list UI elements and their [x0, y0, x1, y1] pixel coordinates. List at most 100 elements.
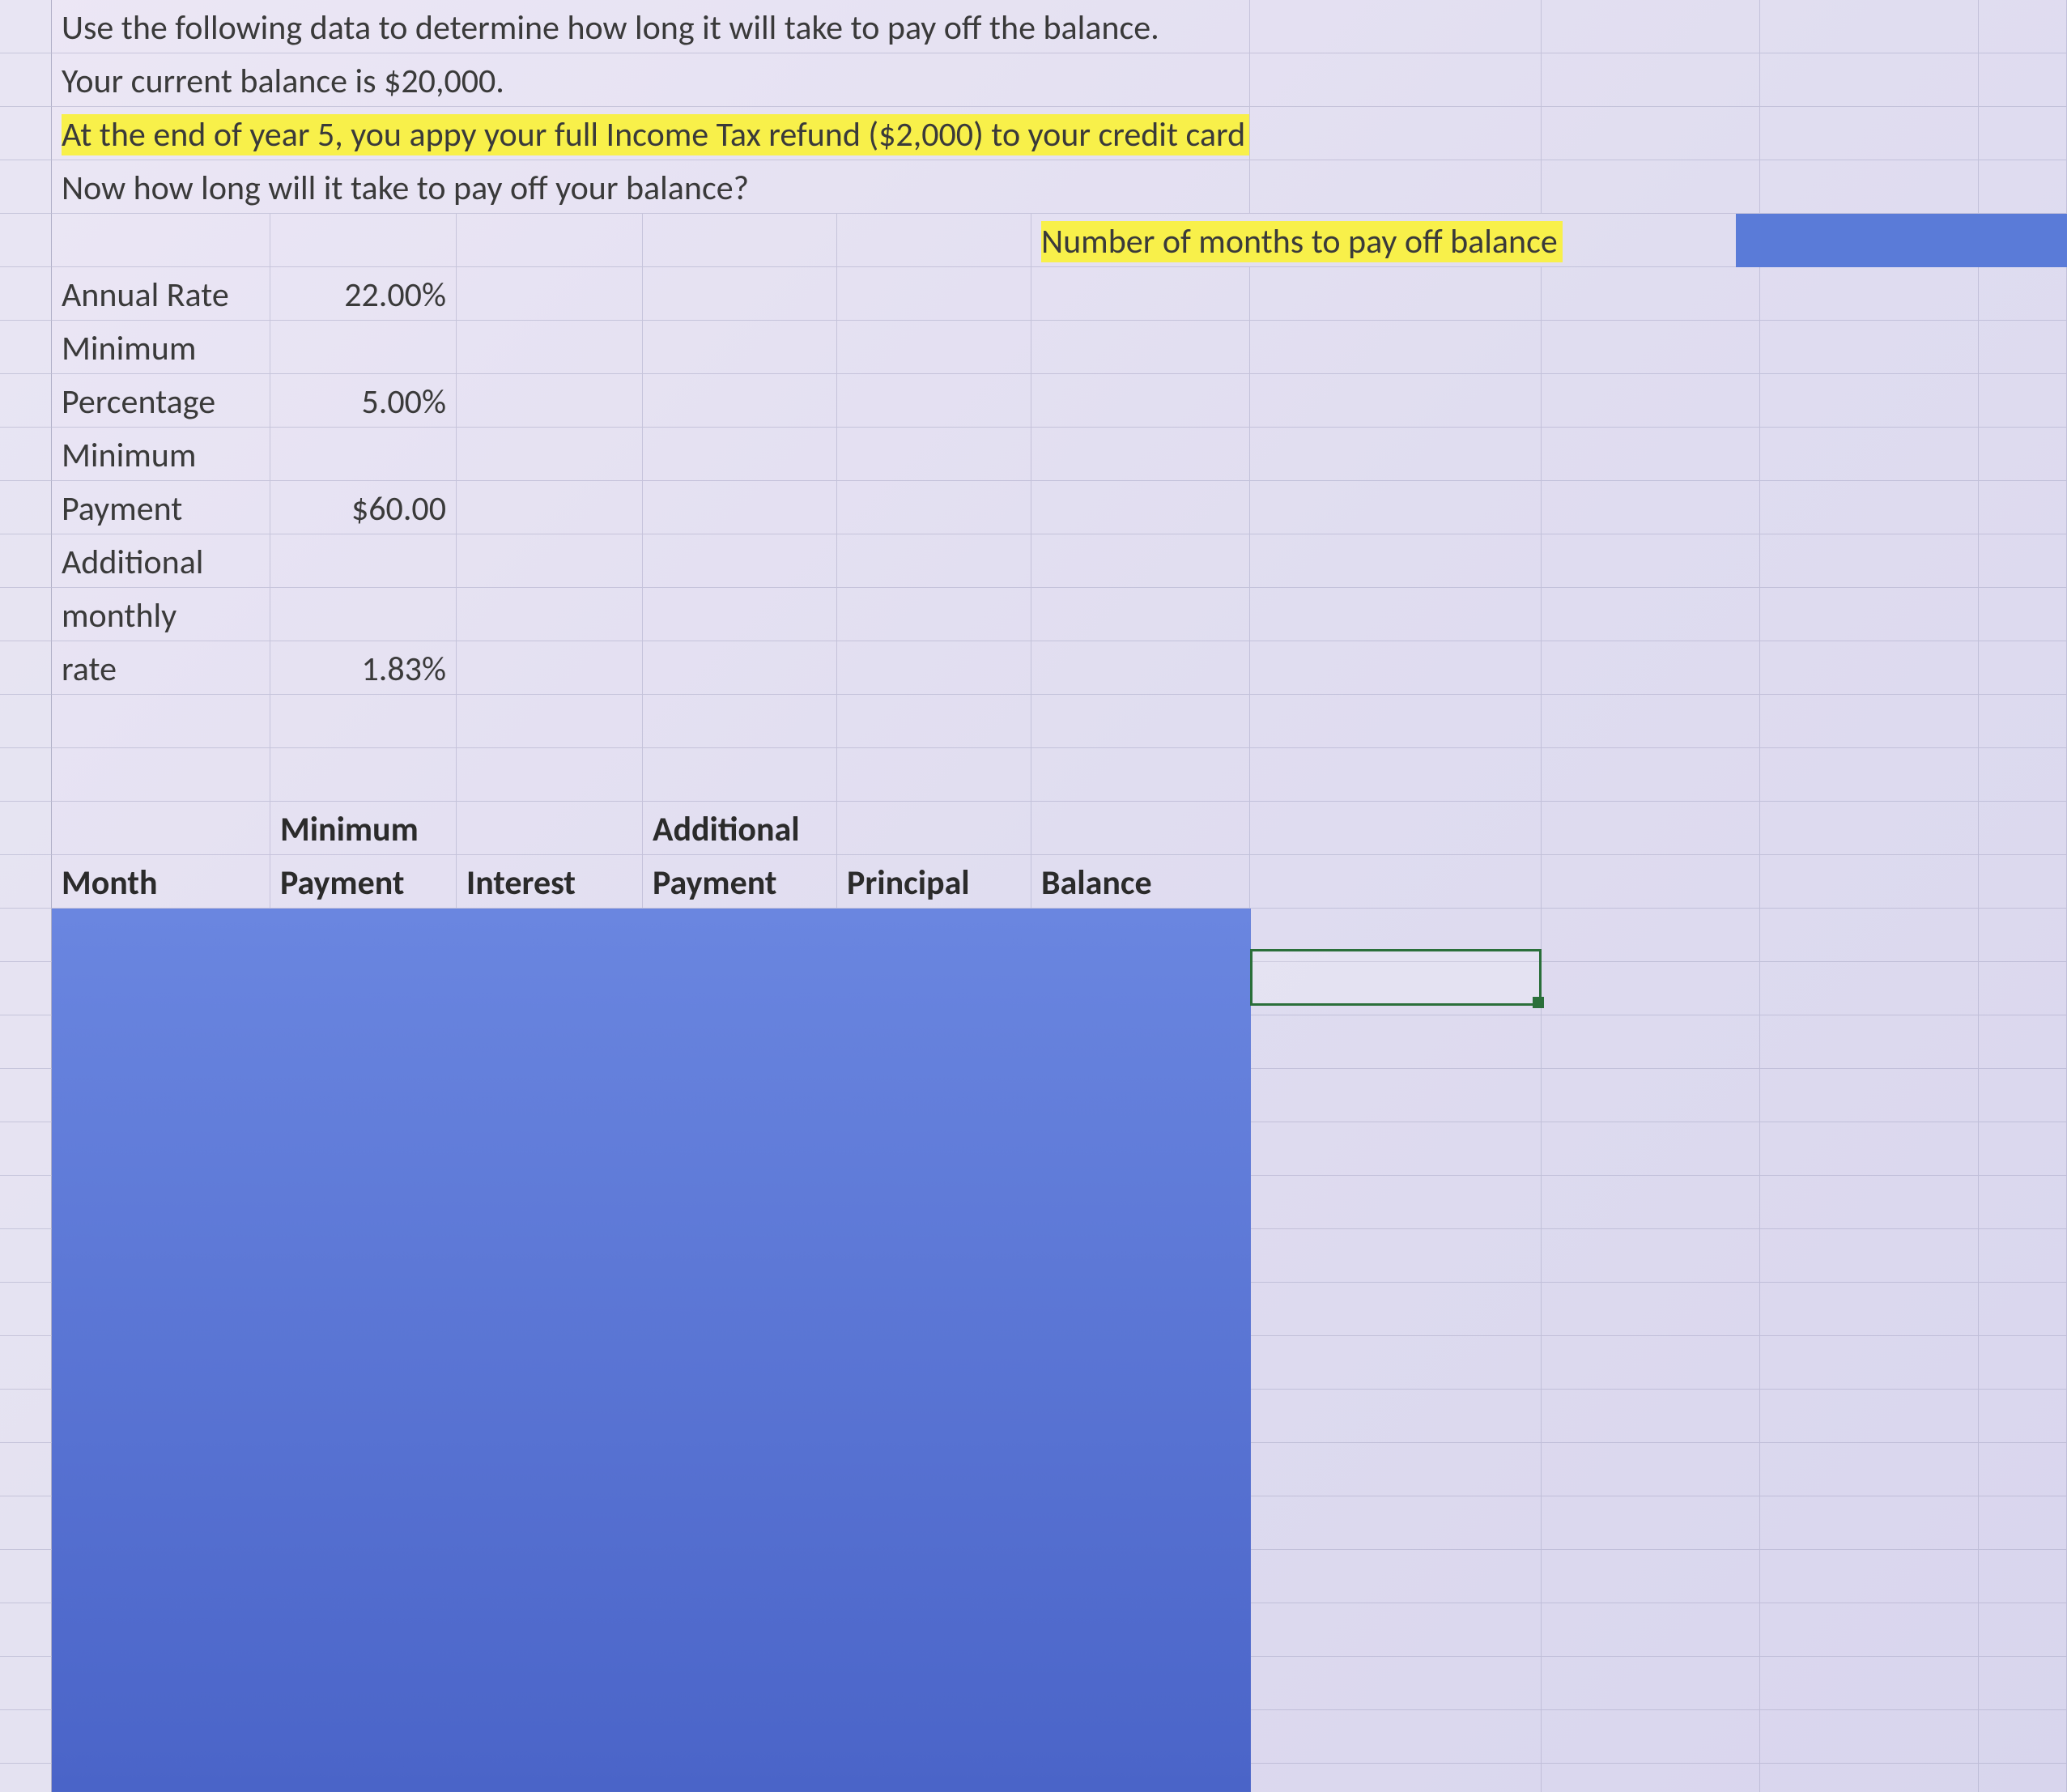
cell[interactable]: [457, 481, 643, 534]
cell[interactable]: [643, 695, 837, 748]
cell[interactable]: [1250, 855, 1542, 909]
cell[interactable]: [457, 321, 643, 374]
cell[interactable]: [1542, 1550, 1760, 1603]
row-header[interactable]: [0, 1443, 52, 1496]
cell[interactable]: [1250, 267, 1542, 321]
cell[interactable]: [1760, 53, 1979, 107]
cell[interactable]: [1979, 1710, 2067, 1764]
cell[interactable]: [643, 534, 837, 588]
cell[interactable]: [1760, 1496, 1979, 1550]
cell[interactable]: [1760, 1657, 1979, 1710]
cell[interactable]: [457, 588, 643, 641]
cell[interactable]: [837, 802, 1031, 855]
cell[interactable]: [1250, 1015, 1542, 1069]
header-month[interactable]: Month: [52, 855, 270, 909]
cell[interactable]: [643, 428, 837, 481]
cell[interactable]: [270, 534, 457, 588]
cell[interactable]: [1760, 962, 1979, 1015]
cell[interactable]: [52, 748, 270, 802]
cell[interactable]: [1979, 53, 2067, 107]
row-header[interactable]: [0, 160, 52, 214]
cell[interactable]: [1250, 1710, 1542, 1764]
row-header[interactable]: [0, 1764, 52, 1792]
row-header[interactable]: [0, 1283, 52, 1336]
header-principal[interactable]: Principal: [837, 855, 1031, 909]
cell[interactable]: [1542, 374, 1760, 428]
row-header[interactable]: [0, 214, 52, 267]
cell[interactable]: [1542, 909, 1760, 962]
cell[interactable]: [1760, 909, 1979, 962]
cell[interactable]: [1542, 107, 1760, 160]
cell[interactable]: [1979, 1283, 2067, 1336]
cell[interactable]: [1979, 1603, 2067, 1657]
cell[interactable]: [52, 695, 270, 748]
cell[interactable]: [270, 214, 457, 267]
cell[interactable]: [457, 214, 643, 267]
cell[interactable]: [1542, 748, 1760, 802]
cell[interactable]: [1250, 1336, 1542, 1390]
cell[interactable]: [1250, 1443, 1542, 1496]
cell[interactable]: [1979, 1550, 2067, 1603]
row-header[interactable]: [0, 748, 52, 802]
cell[interactable]: [1031, 481, 1250, 534]
row-header[interactable]: [0, 1603, 52, 1657]
cell[interactable]: [457, 641, 643, 695]
cell[interactable]: [1250, 802, 1542, 855]
cell[interactable]: [1542, 802, 1760, 855]
cell[interactable]: [1250, 160, 1542, 214]
cell[interactable]: [1760, 481, 1979, 534]
rate-label[interactable]: rate: [52, 641, 270, 695]
cell[interactable]: [1979, 1443, 2067, 1496]
cell[interactable]: [1760, 428, 1979, 481]
cell[interactable]: [1979, 1229, 2067, 1283]
cell[interactable]: [1979, 748, 2067, 802]
cell[interactable]: [1979, 321, 2067, 374]
cell[interactable]: [1542, 641, 1760, 695]
cell[interactable]: [837, 214, 1031, 267]
row-header[interactable]: [0, 1015, 52, 1069]
cell[interactable]: [1542, 428, 1760, 481]
cell[interactable]: [643, 588, 837, 641]
cell[interactable]: [1760, 588, 1979, 641]
cell[interactable]: [837, 374, 1031, 428]
cell[interactable]: [1250, 748, 1542, 802]
cell[interactable]: [837, 695, 1031, 748]
cell[interactable]: [1760, 1176, 1979, 1229]
cell[interactable]: [1031, 267, 1250, 321]
row-header[interactable]: [0, 428, 52, 481]
cell[interactable]: [1760, 1283, 1979, 1336]
row-header[interactable]: [0, 1336, 52, 1390]
cell[interactable]: [1250, 1069, 1542, 1122]
cell[interactable]: [643, 748, 837, 802]
row-header[interactable]: [0, 1496, 52, 1550]
row-header[interactable]: [0, 321, 52, 374]
cell[interactable]: [1250, 428, 1542, 481]
cell[interactable]: [1542, 1122, 1760, 1176]
row-header[interactable]: [0, 802, 52, 855]
cell[interactable]: [1250, 588, 1542, 641]
cell[interactable]: [1250, 481, 1542, 534]
cell[interactable]: [1979, 1764, 2067, 1792]
header-additional-payment[interactable]: Payment: [643, 855, 837, 909]
cell[interactable]: [1760, 1015, 1979, 1069]
cell[interactable]: [1760, 1764, 1979, 1792]
annual-rate-label[interactable]: Annual Rate: [52, 267, 270, 321]
row-header[interactable]: [0, 1390, 52, 1443]
cell[interactable]: [1542, 321, 1760, 374]
cell[interactable]: [1979, 1069, 2067, 1122]
cell[interactable]: [1979, 909, 2067, 962]
cell[interactable]: [1979, 1336, 2067, 1390]
cell[interactable]: [457, 802, 643, 855]
cell[interactable]: [270, 321, 457, 374]
spreadsheet-sheet[interactable]: Use the following data to determine how …: [0, 0, 2067, 1792]
cell[interactable]: [457, 695, 643, 748]
row-header[interactable]: [0, 0, 52, 53]
row-header[interactable]: [0, 534, 52, 588]
cell[interactable]: [1542, 1443, 1760, 1496]
cell[interactable]: [457, 748, 643, 802]
cell[interactable]: [1542, 1496, 1760, 1550]
row-header[interactable]: [0, 962, 52, 1015]
cell[interactable]: [1031, 641, 1250, 695]
cell[interactable]: [1760, 1122, 1979, 1176]
cell[interactable]: [457, 428, 643, 481]
